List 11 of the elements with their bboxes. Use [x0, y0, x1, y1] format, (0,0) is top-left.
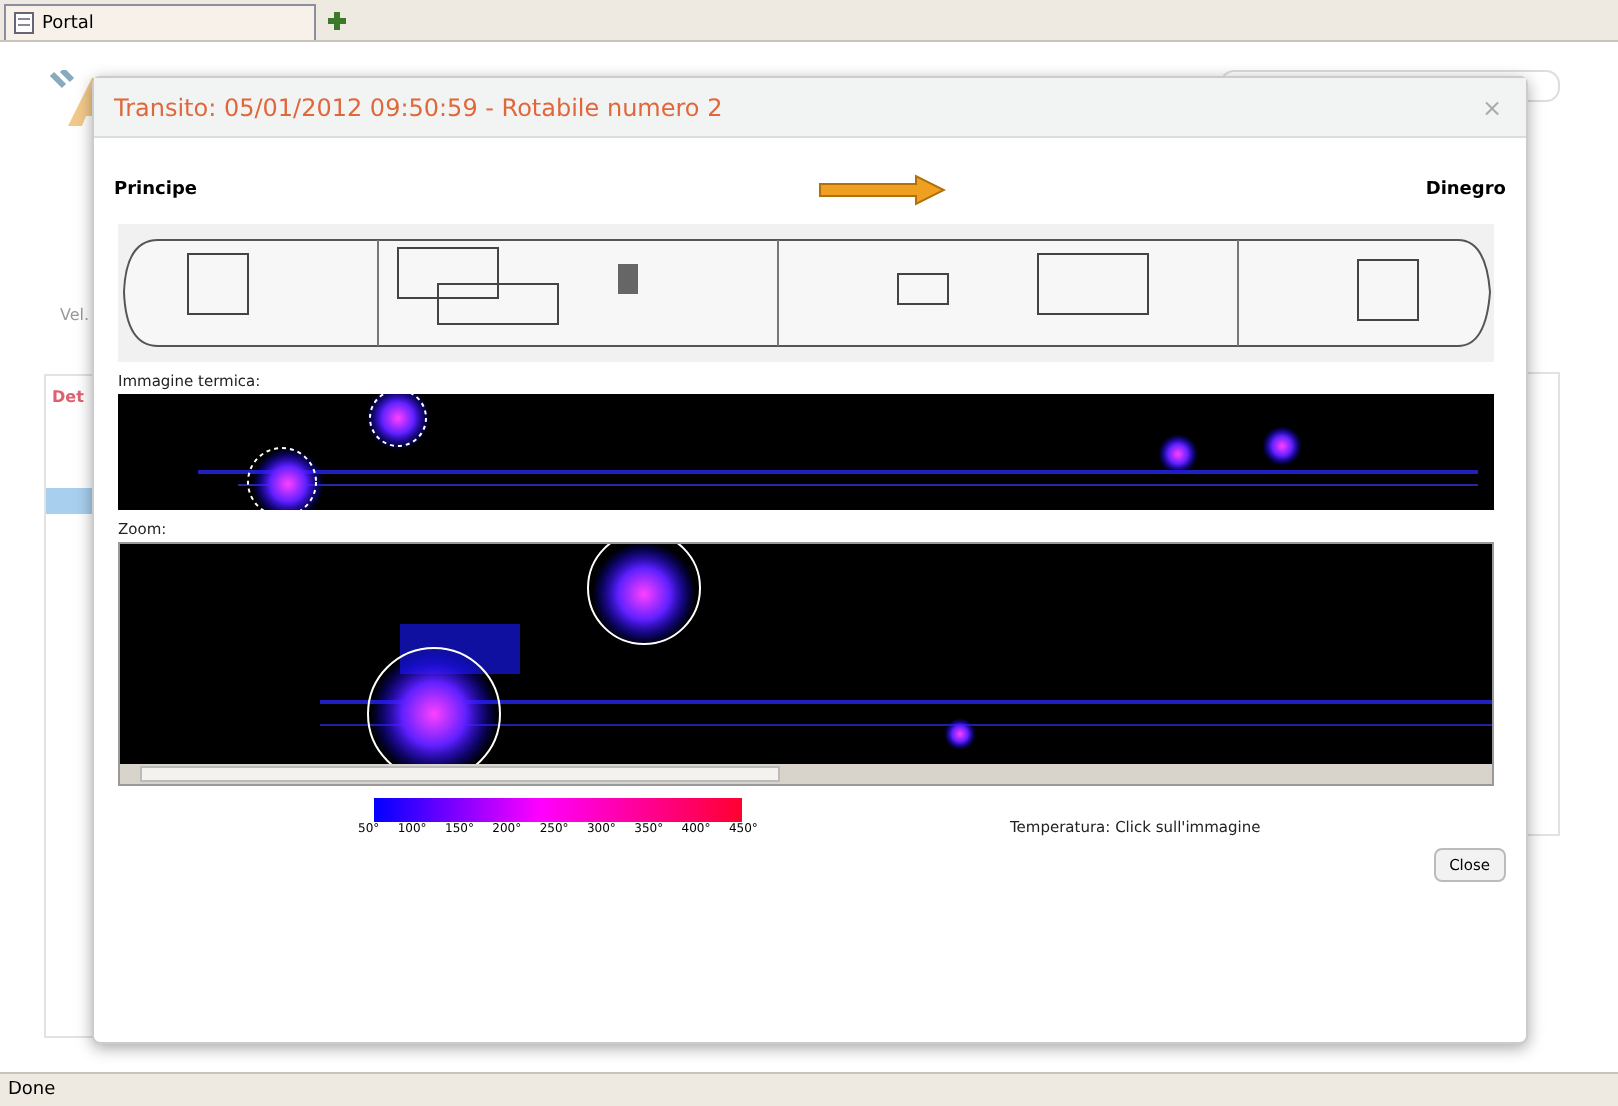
- status-text: Done: [8, 1080, 56, 1100]
- new-tab-icon[interactable]: [328, 12, 346, 30]
- panel-title: Det: [52, 388, 84, 406]
- dialog-title: Transito: 05/01/2012 09:50:59 - Rotabile numero 2: [114, 93, 723, 121]
- page-icon: [14, 12, 34, 34]
- station-label: Principe: [114, 180, 197, 200]
- horizontal-scrollbar[interactable]: [120, 764, 1492, 784]
- direction-arrow-icon: [817, 174, 946, 206]
- browser-tab[interactable]: Portal: [4, 4, 316, 40]
- station-label: Dinegro: [1425, 180, 1506, 200]
- field-label: Vel.: [60, 306, 90, 324]
